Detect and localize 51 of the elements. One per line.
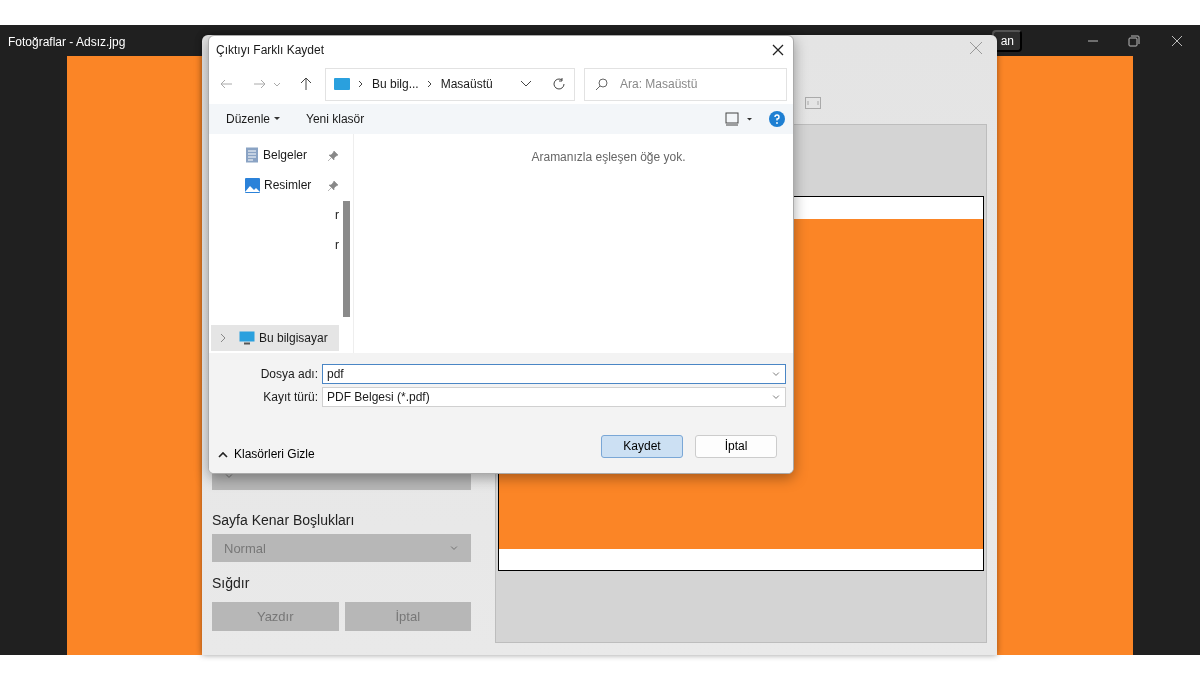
field-label: Kayıt türü:	[262, 390, 319, 404]
expand-chevron-icon[interactable]	[219, 333, 227, 343]
empty-message: Aramanızla eşleşen öğe yok.	[531, 150, 686, 164]
nav-item[interactable]: Bu bilgisayar	[211, 325, 339, 351]
cancel-button[interactable]: İptal	[695, 434, 777, 458]
window-title: Fotoğraflar - Adsız.jpg	[8, 35, 126, 49]
restore-icon[interactable]	[1127, 34, 1141, 48]
chevron-icon	[224, 471, 234, 481]
pin-icon	[328, 179, 339, 191]
nav-item[interactable]: r	[211, 230, 353, 260]
scrollbar-thumb[interactable]	[343, 201, 350, 317]
nav-item[interactable]: Belgeler	[211, 140, 353, 170]
chevron-icon	[449, 543, 459, 553]
caret-icon	[274, 117, 281, 121]
hide-folders-button[interactable]: Klasörleri Gizle	[218, 447, 315, 461]
breadcrumb-item[interactable]: Masaüstü	[440, 77, 493, 91]
field-label: Sayfa Kenar Boşlukları	[212, 512, 356, 528]
file-type-dropdown[interactable]: PDF Belgesi (*.pdf)	[322, 387, 786, 407]
monitor-icon	[239, 331, 255, 345]
search-box[interactable]: Ara: Masaüstü	[584, 67, 787, 101]
breadcrumb-item[interactable]: Bu bilg...	[372, 77, 419, 91]
chevron-icon	[771, 392, 781, 402]
help-icon[interactable]	[769, 111, 785, 127]
close-icon[interactable]	[771, 43, 785, 57]
organize-menu[interactable]: Düzenle	[226, 112, 281, 126]
chevron-icon	[771, 369, 781, 379]
picture-icon	[245, 177, 260, 193]
document-icon	[245, 147, 259, 163]
chevron-icon[interactable]	[520, 80, 532, 88]
fit-page-icon[interactable]	[805, 97, 821, 109]
back-arrow-icon[interactable]	[219, 77, 233, 91]
caret-icon	[218, 450, 228, 458]
field-label: Dosya adı:	[259, 367, 319, 381]
search-icon	[595, 77, 608, 91]
nav-item[interactable]: Resimler	[211, 170, 353, 200]
monitor-icon	[334, 78, 350, 90]
forward-arrow-icon[interactable]	[253, 77, 267, 91]
file-name-field[interactable]: pdf	[322, 364, 786, 384]
nav-item[interactable]: r	[211, 200, 353, 230]
new-folder-button[interactable]: Yeni klasör	[306, 112, 365, 126]
chevron-icon	[358, 80, 364, 88]
save-button[interactable]: Kaydet	[601, 434, 683, 458]
address-bar[interactable]: Bu bilg... Masaüstü	[325, 67, 575, 101]
field-label: Sığdır	[212, 575, 250, 591]
view-options-icon[interactable]	[725, 112, 753, 126]
dialog-title: Çıktıyı Farklı Kaydet	[216, 43, 325, 57]
close-icon[interactable]	[1170, 34, 1184, 48]
up-arrow-icon[interactable]	[299, 77, 313, 91]
chevron-icon	[426, 80, 433, 88]
refresh-icon[interactable]	[552, 77, 566, 91]
pin-icon	[328, 149, 339, 161]
